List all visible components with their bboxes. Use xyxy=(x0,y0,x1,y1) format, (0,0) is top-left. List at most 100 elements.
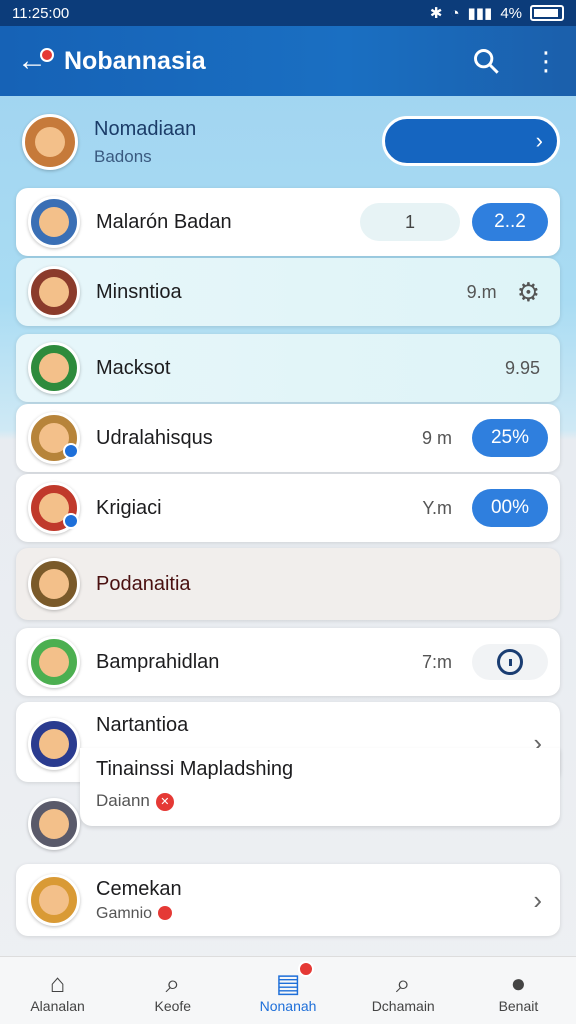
notification-badge xyxy=(40,48,54,62)
list-item[interactable]: Malarón Badan 1 2..2 xyxy=(16,188,560,256)
nav-item-messages[interactable]: ▤ Nonanah xyxy=(230,957,345,1024)
search-icon: ⌕ xyxy=(165,967,181,998)
avatar xyxy=(28,412,80,464)
header-sub: Badons xyxy=(94,146,152,166)
avatar-face xyxy=(39,569,69,599)
nav-item-profile[interactable]: ● Benait xyxy=(461,957,576,1024)
list-item[interactable]: Udralahisqus 9 m 25% xyxy=(16,404,560,472)
nav-label: Alanalan xyxy=(30,997,85,1014)
avatar-badge xyxy=(63,443,79,459)
chat-icon: ▤ xyxy=(275,967,301,998)
list-item-name: Minsntioa xyxy=(96,280,182,303)
avatar-face xyxy=(39,809,69,839)
list-item[interactable]: Minsntioa 9.m ⚙ xyxy=(16,258,560,326)
avatar xyxy=(28,196,80,248)
list-item-name: Malarón Badan xyxy=(96,210,232,233)
list-item-name: Krigiaci xyxy=(96,496,162,519)
profile-icon: ● xyxy=(510,967,527,998)
avatar-face xyxy=(39,207,69,237)
list-item-sub-row: Gamnio xyxy=(96,905,533,923)
close-icon[interactable]: ✕ xyxy=(155,792,174,811)
wifi-icon: ◔ xyxy=(450,4,460,22)
expanded-card-subtitle: Tinainssi Mapladshing xyxy=(96,758,294,780)
avatar-face xyxy=(39,885,69,915)
avatar xyxy=(28,636,80,688)
bottom-navigation: ⌂ Alanalan ⌕ Keofe ▤ Nonanah ⌕ Dchamain … xyxy=(0,956,576,1024)
avatar-face xyxy=(39,729,69,759)
page-title: Nobannasia xyxy=(64,46,206,75)
list-item-meta: 7:m xyxy=(421,651,452,672)
list-item-name: Macksot xyxy=(96,356,171,379)
list-item[interactable]: Macksot 9.95 xyxy=(16,334,560,402)
list-item-text: Cemekan Gamnio xyxy=(96,878,533,923)
battery-icon xyxy=(530,5,564,21)
nav-label: Keofe xyxy=(154,997,192,1014)
avatar-face xyxy=(39,277,69,307)
chevron-right-icon: › xyxy=(535,128,543,153)
home-icon: ⌂ xyxy=(49,967,66,998)
bluetooth-icon: ✱ xyxy=(429,5,443,22)
expanded-card-footer-row: Daiann ✕ xyxy=(96,791,544,811)
avatar xyxy=(28,342,80,394)
list-item-name: Udralahisqus xyxy=(96,426,213,449)
battery-percent: 4% xyxy=(500,4,522,22)
list-item-sub: Gamnio xyxy=(96,904,153,922)
list-item[interactable]: Cemekan Gamnio › xyxy=(16,864,560,936)
status-icons: ✱ ◔ ▮▮▮ 4% xyxy=(430,4,564,22)
power-icon xyxy=(497,649,523,675)
back-button[interactable]: ← xyxy=(0,26,64,96)
expanded-card-title: Nartantioa xyxy=(96,714,189,736)
value-pill[interactable]: 2..2 xyxy=(472,203,548,241)
search-icon: ⌕ xyxy=(395,967,411,998)
expanded-card-body: Tinainssi Mapladshing Daiann ✕ xyxy=(80,748,560,826)
header-name: Nomadiaan xyxy=(94,117,197,140)
avatar xyxy=(28,798,80,850)
search-button[interactable] xyxy=(456,26,516,96)
count-pill: 1 xyxy=(360,203,460,241)
list-item-meta: Y.m xyxy=(422,497,452,518)
progress-pill[interactable]: 25% xyxy=(472,419,548,457)
nav-item-home[interactable]: ⌂ Alanalan xyxy=(0,957,115,1024)
avatar-face xyxy=(39,647,69,677)
list-item-meta: 9.95 xyxy=(504,357,540,378)
list-item-meta: 9.m xyxy=(466,281,497,302)
list-item[interactable]: Bamprahidlan 7:m xyxy=(16,628,560,696)
nav-item-search[interactable]: ⌕ Keofe xyxy=(115,957,230,1024)
chevron-right-icon[interactable]: › xyxy=(533,885,542,916)
list-item-meta: 9 m xyxy=(421,427,452,448)
avatar-face xyxy=(35,127,65,157)
nav-label: Nonanah xyxy=(259,997,317,1014)
app-bar: ← Nobannasia ⋮ xyxy=(0,26,576,96)
more-options-button[interactable]: ⋮ xyxy=(516,26,576,96)
progress-pill[interactable]: 00% xyxy=(472,489,548,527)
avatar-face xyxy=(39,353,69,383)
signal-icon: ▮▮▮ xyxy=(467,5,493,22)
avatar xyxy=(28,558,80,610)
list-item-name: Cemekan xyxy=(96,877,182,900)
avatar xyxy=(28,718,80,770)
nav-item-discover[interactable]: ⌕ Dchamain xyxy=(346,957,461,1024)
header-card: Nomadiaan Badons › xyxy=(0,96,576,188)
more-vertical-icon: ⋮ xyxy=(533,45,559,76)
status-bar: 11:25:00 ✱ ◔ ▮▮▮ 4% xyxy=(0,0,576,26)
expanded-card-footer: Daiann xyxy=(96,791,150,810)
avatar xyxy=(28,482,80,534)
header-text: Nomadiaan Badons xyxy=(94,118,196,167)
avatar-badge xyxy=(63,513,79,529)
notification-badge xyxy=(298,961,315,977)
avatar xyxy=(28,266,80,318)
nav-label: Benait xyxy=(498,997,539,1014)
list-item-name: Bamprahidlan xyxy=(96,650,220,673)
gear-icon[interactable]: ⚙ xyxy=(517,277,540,308)
avatar xyxy=(28,874,80,926)
list-item[interactable]: Podanaitia xyxy=(16,548,560,620)
status-time: 11:25:00 xyxy=(12,4,70,22)
status-toggle[interactable] xyxy=(472,644,548,680)
avatar xyxy=(22,114,78,170)
search-icon xyxy=(474,49,499,74)
nav-label: Dchamain xyxy=(371,997,435,1014)
alert-badge xyxy=(158,906,173,921)
list-item-name: Podanaitia xyxy=(96,572,191,595)
list-item[interactable]: Krigiaci Y.m 00% xyxy=(16,474,560,542)
header-action-button[interactable]: › xyxy=(382,116,560,166)
